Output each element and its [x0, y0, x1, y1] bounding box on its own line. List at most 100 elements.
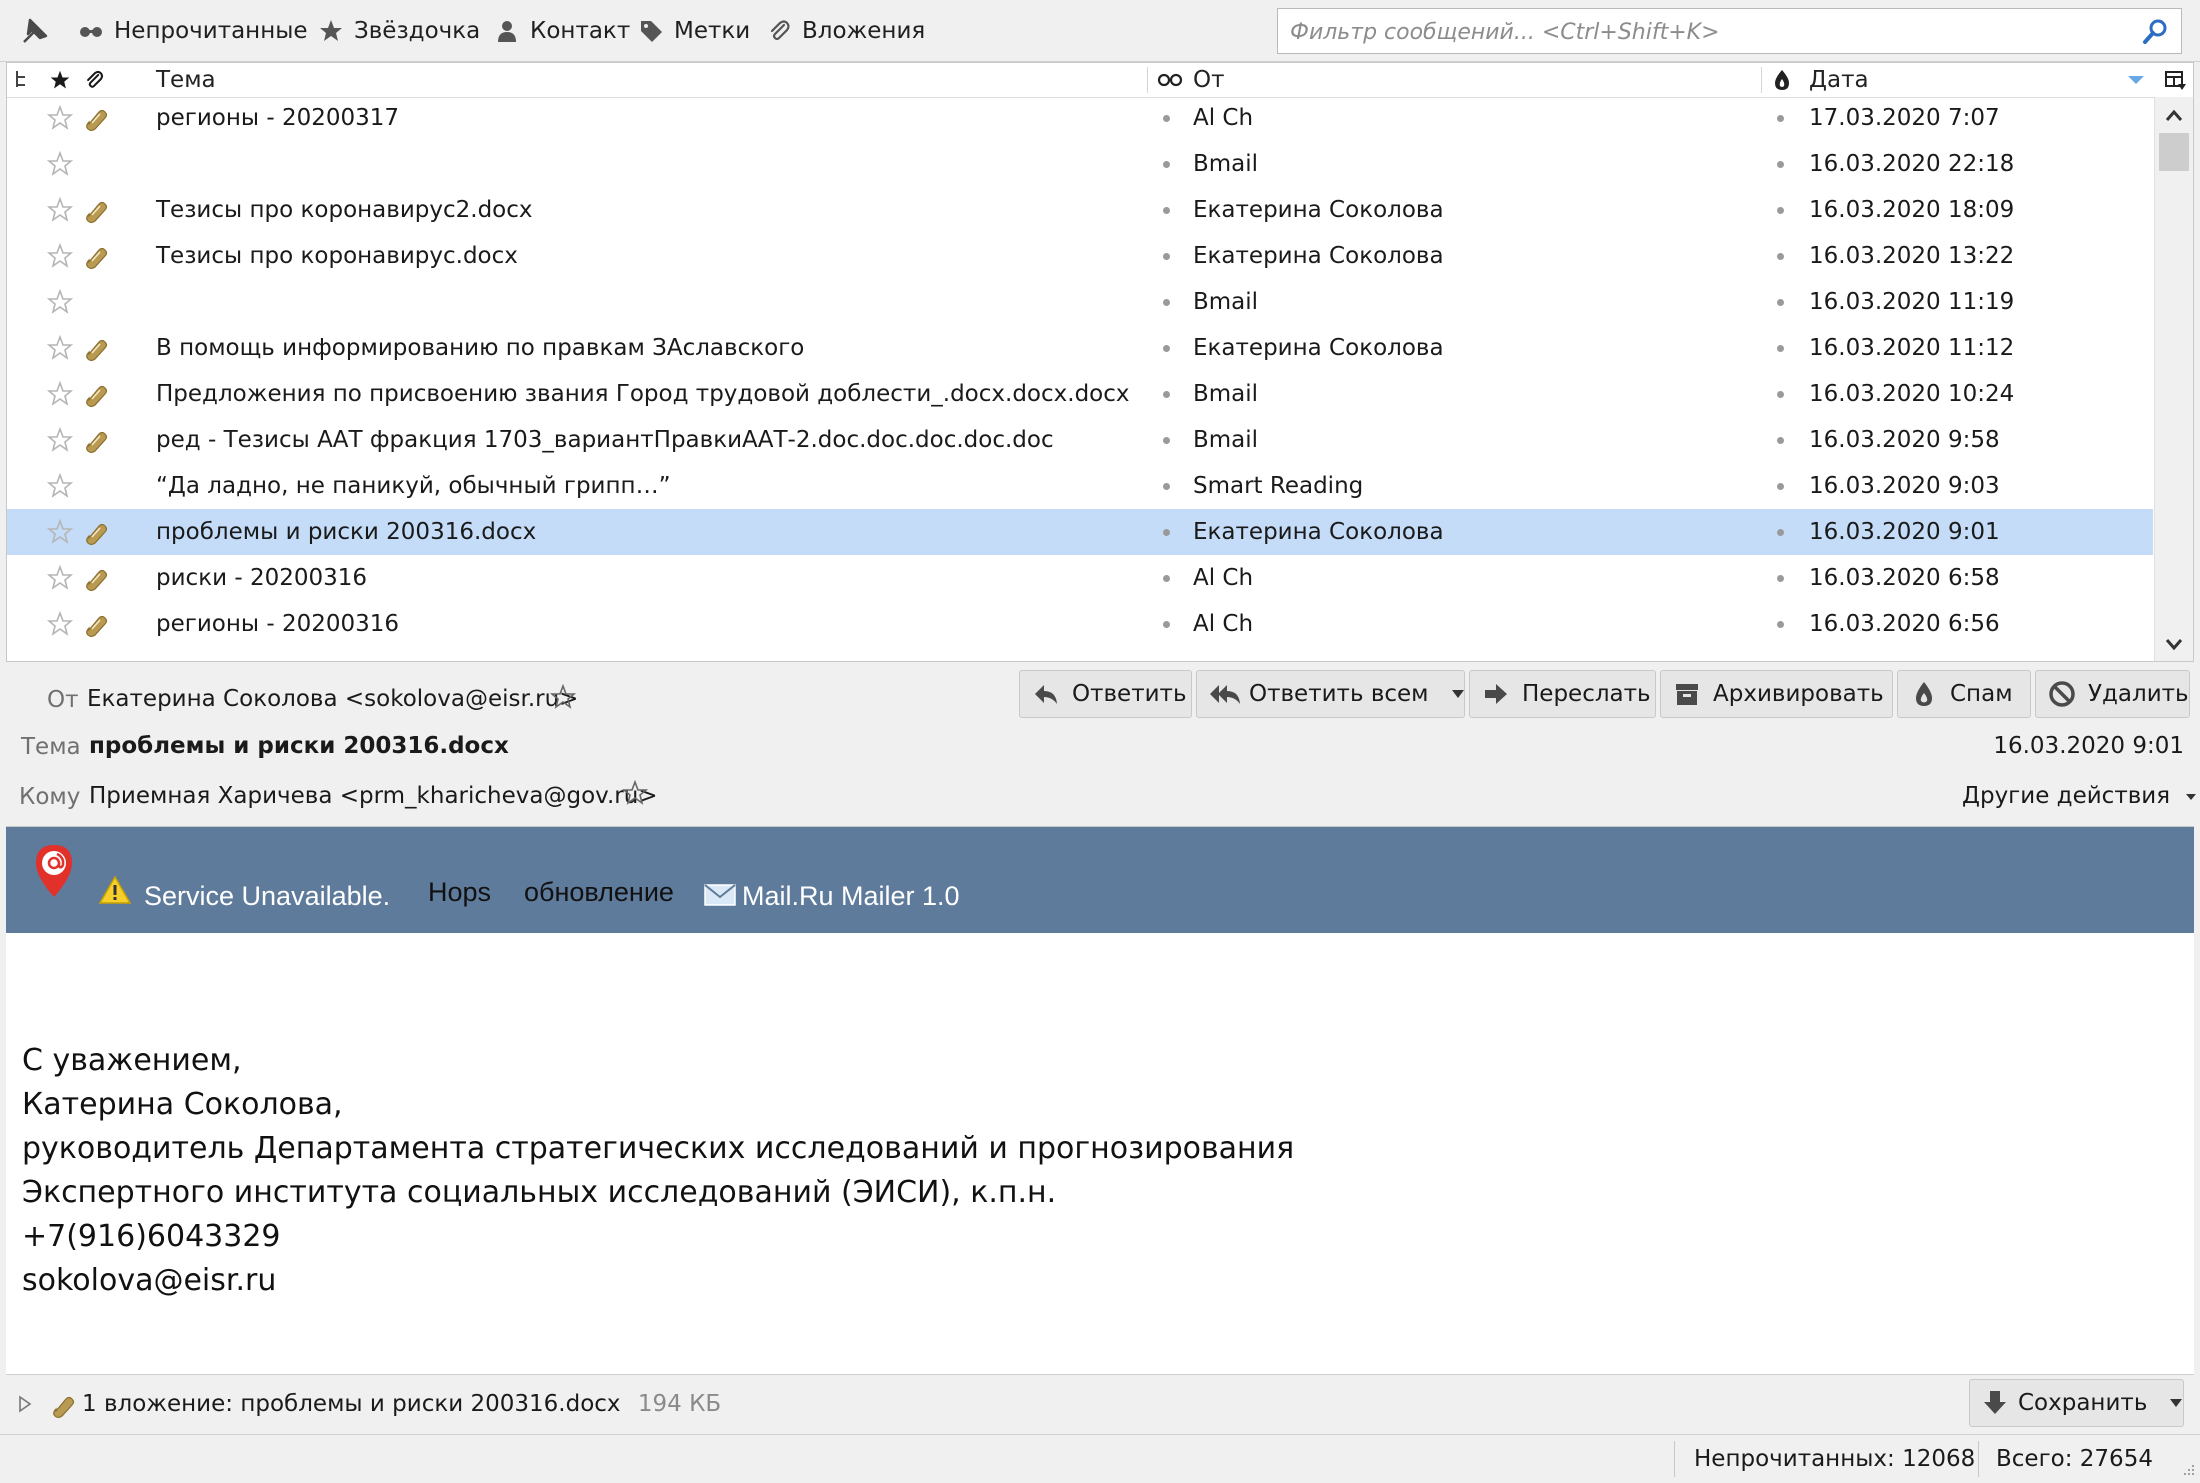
message-date: 16.03.2020 13:22 [1809, 243, 2015, 269]
junk-status-dot[interactable] [1777, 483, 1784, 490]
message-row[interactable]: регионы - 20200316 Al Ch 16.03.2020 6:56 [7, 601, 2153, 647]
column-divider[interactable] [1147, 67, 1148, 93]
read-status-dot[interactable] [1163, 253, 1170, 260]
to-value[interactable]: Приемная Харичева <prm_kharicheva@gov.ru… [89, 783, 658, 809]
message-row[interactable]: В помощь информированию по правкам ЗАсла… [7, 325, 2153, 371]
read-status-dot[interactable] [1163, 483, 1170, 490]
resize-grip-icon[interactable] [2178, 1461, 2196, 1479]
read-status-dot[interactable] [1163, 575, 1170, 582]
scroll-down-icon[interactable] [2163, 633, 2185, 655]
star-toggle-icon[interactable] [47, 381, 73, 407]
star-toggle-icon[interactable] [47, 565, 73, 591]
add-contact-star-icon[interactable] [550, 684, 576, 710]
star-toggle-icon[interactable] [47, 473, 73, 499]
message-row[interactable]: Bmail 16.03.2020 11:19 [7, 279, 2153, 325]
junk-status-dot[interactable] [1777, 253, 1784, 260]
star-toggle-icon[interactable] [47, 105, 73, 131]
attachment-column-icon[interactable] [83, 63, 105, 97]
message-row[interactable]: Тезисы про коронавирус.docx Екатерина Сок… [7, 233, 2153, 279]
junk-status-dot[interactable] [1777, 529, 1784, 536]
thread-column-icon[interactable] [13, 63, 31, 97]
read-status-dot[interactable] [1163, 115, 1170, 122]
read-status-dot[interactable] [1163, 345, 1170, 352]
flame-icon [1910, 680, 1938, 708]
tags-filter-button[interactable]: Метки [638, 10, 750, 52]
read-status-dot[interactable] [1163, 299, 1170, 306]
message-filter-search[interactable] [1277, 8, 2182, 54]
column-picker-icon[interactable] [2163, 63, 2187, 97]
message-header: От Екатерина Соколова <sokolova@eisr.ru>… [6, 662, 2197, 826]
junk-status-dot[interactable] [1777, 207, 1784, 214]
junk-status-dot[interactable] [1777, 437, 1784, 444]
read-status-dot[interactable] [1163, 207, 1170, 214]
junk-column-icon[interactable] [1771, 63, 1793, 97]
message-row[interactable]: “Да ладно, не паникуй, обычный грипп…” Sm… [7, 463, 2153, 509]
star-toggle-icon[interactable] [47, 151, 73, 177]
signature-name: Катерина Соколова, [22, 1087, 343, 1122]
read-status-dot[interactable] [1163, 529, 1170, 536]
subject-column-header[interactable]: Тема [156, 63, 216, 97]
service-unavailable-text: Service Unavailable. [144, 881, 391, 911]
message-filter-input[interactable] [1288, 13, 2122, 51]
read-status-dot[interactable] [1163, 621, 1170, 628]
delete-button[interactable]: Удалить [2035, 670, 2190, 718]
junk-status-dot[interactable] [1777, 391, 1784, 398]
message-row[interactable]: Bmail 16.03.2020 22:18 [7, 141, 2153, 187]
read-column-icon[interactable] [1157, 63, 1183, 97]
reply-all-button[interactable]: Ответить всем [1196, 670, 1465, 718]
expand-triangle-icon[interactable] [18, 1395, 32, 1413]
message-row[interactable]: ред - Тезисы ААТ фракция 1703_вариантПра… [7, 417, 2153, 463]
read-status-dot[interactable] [1163, 437, 1170, 444]
read-status-dot[interactable] [1163, 391, 1170, 398]
message-subject: проблемы и риски 200316.docx [156, 519, 537, 545]
message-subject: Предложения по присвоению звания Город т… [156, 381, 1130, 407]
add-contact-star-icon[interactable] [622, 780, 648, 806]
message-row[interactable]: регионы - 20200317 Al Ch 17.03.2020 7:07 [7, 95, 2153, 141]
junk-status-dot[interactable] [1777, 161, 1784, 168]
star-toggle-icon[interactable] [47, 519, 73, 545]
message-row[interactable]: Тезисы про коронавирус2.docx Екатерина Со… [7, 187, 2153, 233]
star-toggle-icon[interactable] [47, 289, 73, 315]
junk-status-dot[interactable] [1777, 621, 1784, 628]
pin-icon[interactable] [18, 14, 52, 48]
star-toggle-icon[interactable] [47, 427, 73, 453]
star-toggle-icon[interactable] [47, 197, 73, 223]
chevron-down-icon[interactable] [2169, 1398, 2183, 1408]
message-row[interactable]: Предложения по присвоению звания Город т… [7, 371, 2153, 417]
attachments-filter-button[interactable]: Вложения [766, 10, 925, 52]
message-row[interactable]: риски - 20200316 Al Ch 16.03.2020 6:58 [7, 555, 2153, 601]
from-column-header[interactable]: От [1193, 63, 1225, 97]
archive-button[interactable]: Архивировать [1660, 670, 1893, 718]
message-row[interactable]: проблемы и риски 200316.docx Екатерина Со… [7, 509, 2153, 555]
scroll-thumb[interactable] [2159, 133, 2189, 171]
starred-filter-button[interactable]: Звёздочка [318, 10, 480, 52]
junk-status-dot[interactable] [1777, 345, 1784, 352]
star-toggle-icon[interactable] [47, 611, 73, 637]
column-divider[interactable] [1761, 67, 1762, 93]
hops-link[interactable]: Hops [428, 877, 491, 908]
forward-button[interactable]: Переслать [1469, 670, 1656, 718]
thread-scrollbar[interactable] [2154, 97, 2193, 661]
column-header: Тема От Дата [7, 63, 2193, 98]
unread-filter-button[interactable]: Непрочитанные [78, 10, 308, 52]
contact-filter-button[interactable]: Контакт [494, 10, 630, 52]
signature-email[interactable]: sokolova@eisr.ru [22, 1259, 1294, 1303]
spam-button[interactable]: Спам [1897, 670, 2031, 718]
update-link[interactable]: обновление [524, 877, 674, 908]
sort-descending-icon[interactable] [2127, 63, 2145, 97]
star-column-icon[interactable] [49, 63, 71, 97]
star-toggle-icon[interactable] [47, 243, 73, 269]
scroll-up-icon[interactable] [2163, 105, 2185, 127]
other-actions-menu[interactable]: Другие действия [1962, 783, 2197, 809]
date-column-header[interactable]: Дата [1809, 63, 1869, 97]
read-status-dot[interactable] [1163, 161, 1170, 168]
junk-status-dot[interactable] [1777, 575, 1784, 582]
chevron-down-icon[interactable] [1451, 689, 1465, 699]
star-toggle-icon[interactable] [47, 335, 73, 361]
save-attachment-button[interactable]: Сохранить [1969, 1379, 2184, 1427]
junk-status-dot[interactable] [1777, 115, 1784, 122]
from-value[interactable]: Екатерина Соколова <sokolova@eisr.ru> [87, 686, 578, 712]
junk-status-dot[interactable] [1777, 299, 1784, 306]
attachment-summary[interactable]: 1 вложение: проблемы и риски 200316.docx… [82, 1375, 721, 1433]
reply-button[interactable]: Ответить [1019, 670, 1192, 718]
